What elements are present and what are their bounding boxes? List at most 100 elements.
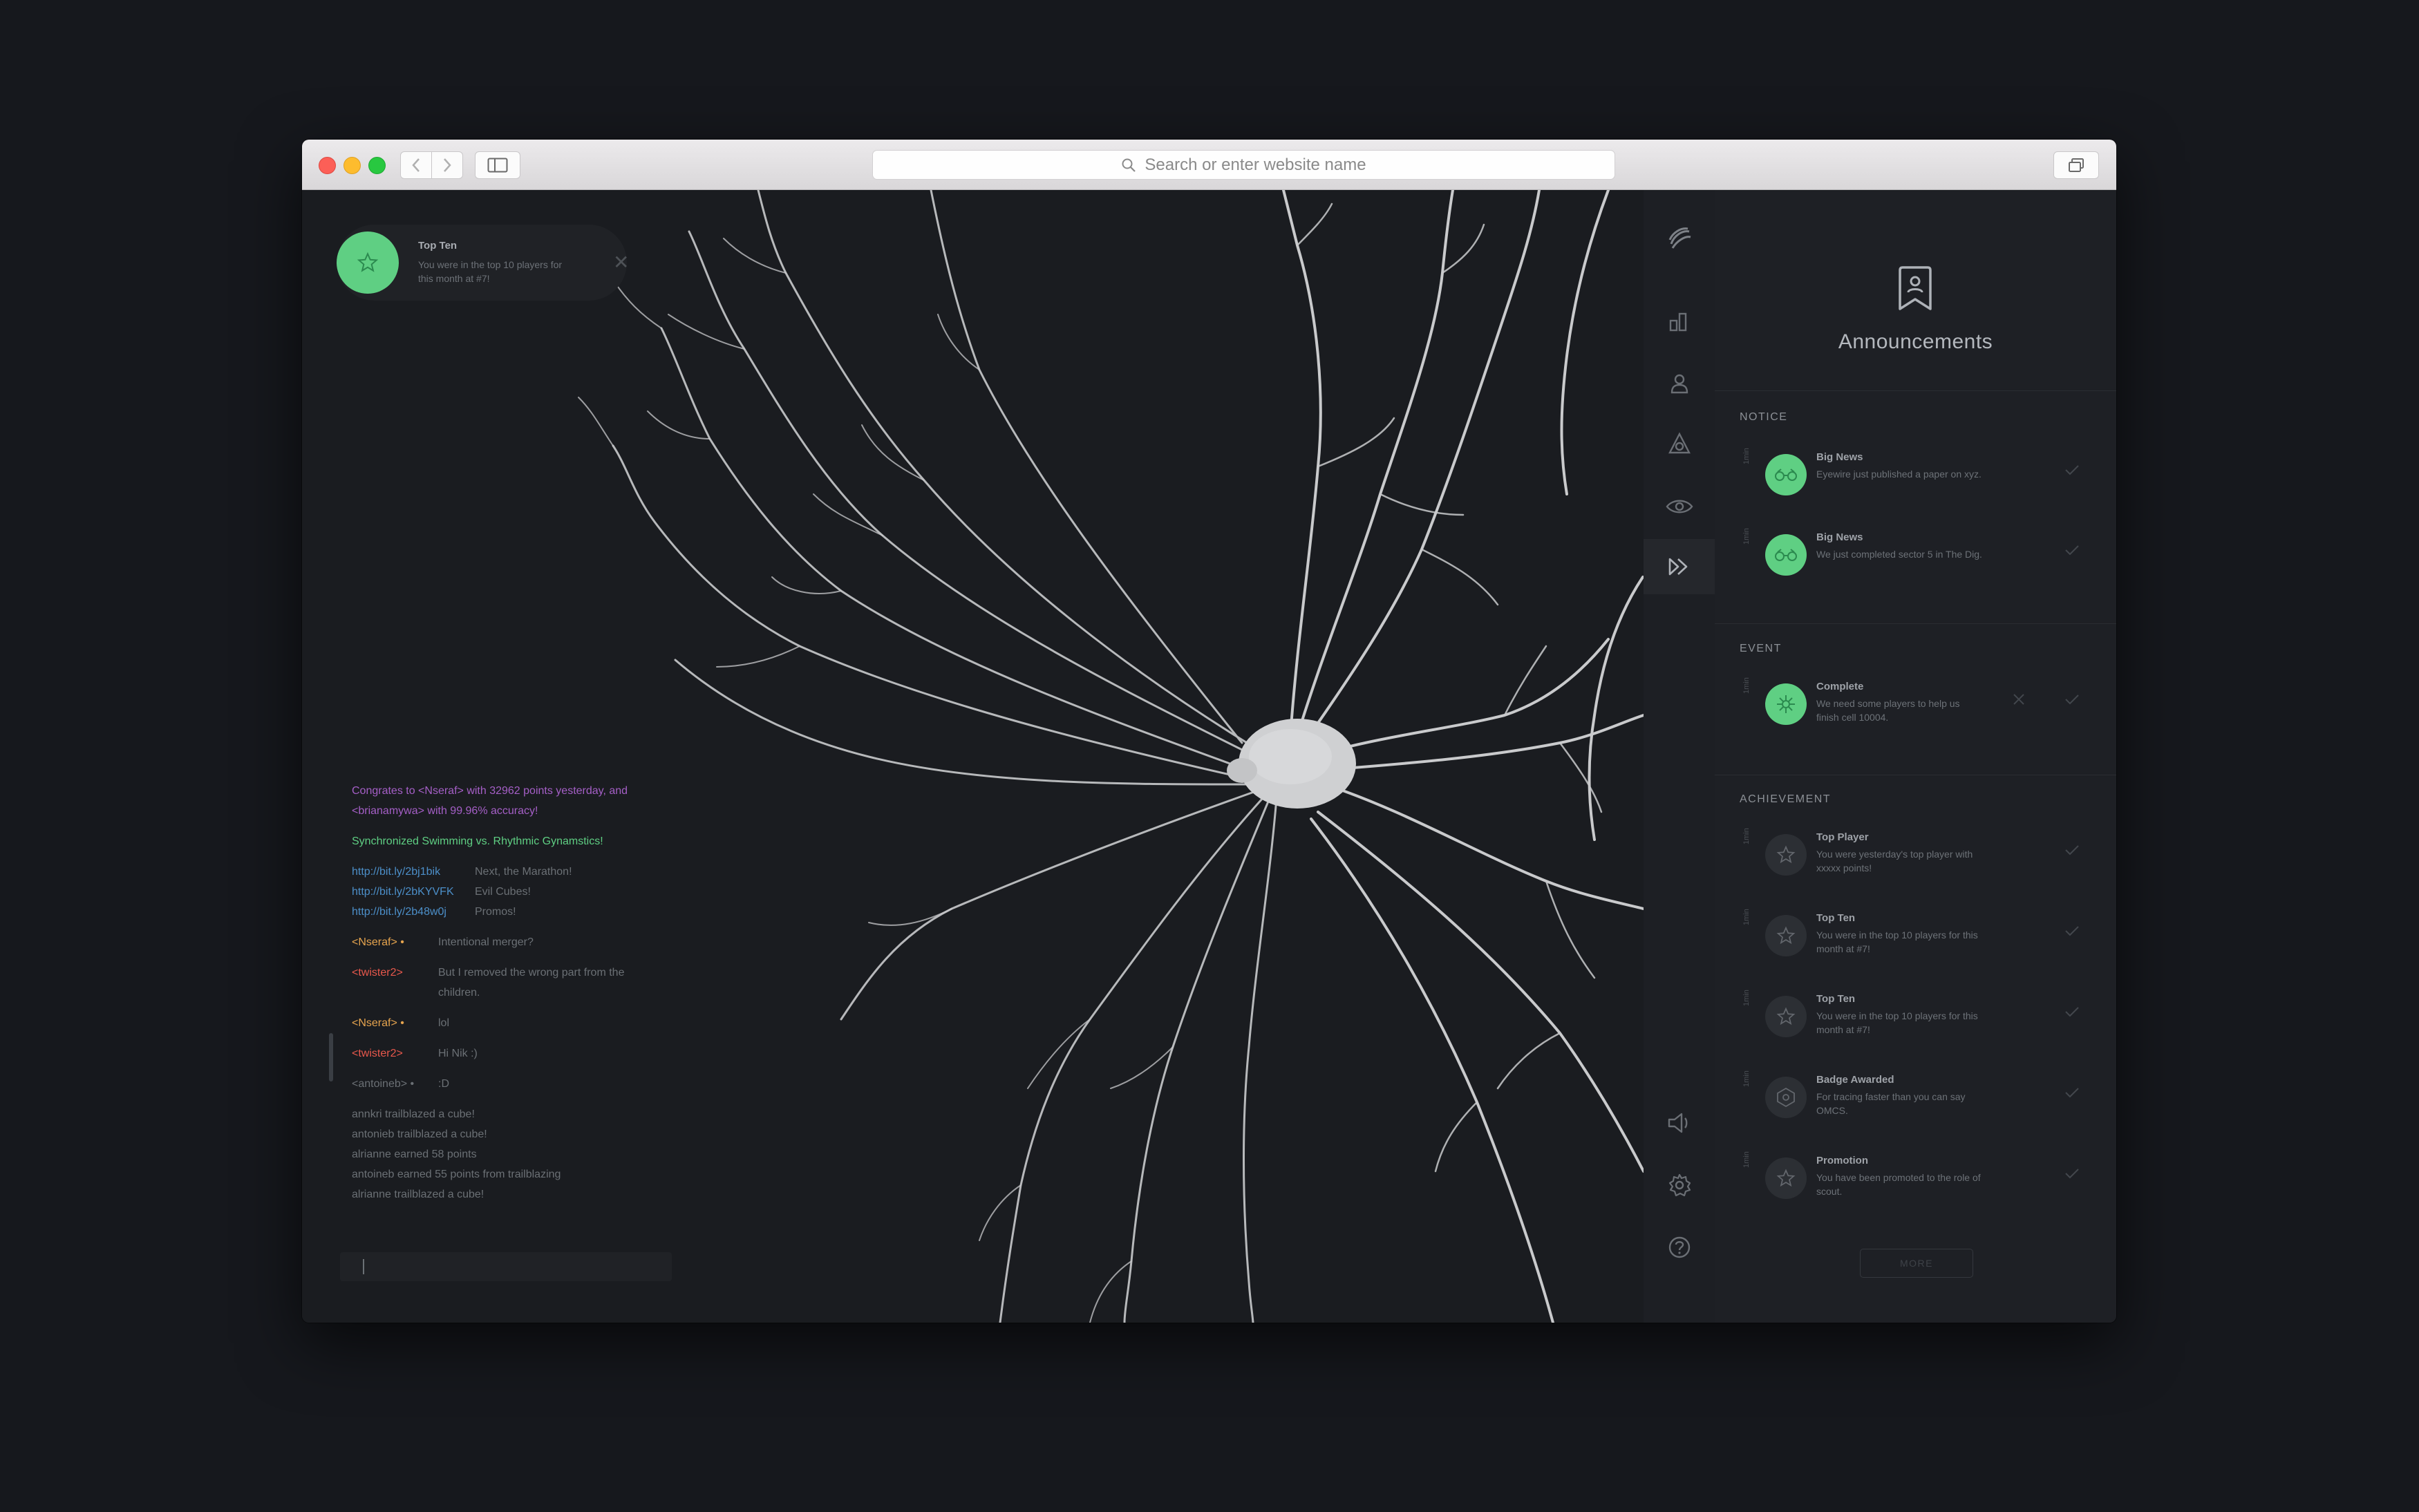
item-text: Eyewire just published a paper on xyz.	[1816, 469, 1982, 480]
sidebar-toggle-button[interactable]	[475, 151, 520, 179]
item-title: Big News	[1816, 451, 1863, 463]
item-text: You were in the top 10 players for this …	[1816, 1010, 1978, 1035]
item-text: We need some players to help us finish c…	[1816, 698, 1960, 723]
check-icon[interactable]	[2064, 543, 2080, 557]
binoculars-icon	[1775, 469, 1797, 481]
star-icon	[357, 252, 379, 272]
chat-username[interactable]: <antoineb> •	[352, 1074, 414, 1094]
item-text: You were yesterday's top player with xxx…	[1816, 849, 1973, 873]
announcement-item[interactable]: 1min Big News We just completed sector 5…	[1715, 522, 2116, 598]
sound-icon	[1668, 1113, 1687, 1133]
close-icon[interactable]: ✕	[613, 251, 629, 274]
panel-header: Announcements	[1715, 190, 2116, 391]
item-time: 1min	[1742, 448, 1751, 464]
star-icon	[1776, 845, 1796, 864]
star-icon	[1776, 1169, 1796, 1187]
item-title: Complete	[1816, 681, 1864, 692]
star-badge	[1765, 915, 1807, 956]
announcement-item[interactable]: 1min Big News Eyewire just published a p…	[1715, 442, 2116, 518]
chat-username[interactable]: <Nseraf> •	[352, 932, 404, 952]
tabs-icon	[2069, 158, 2084, 172]
item-time: 1min	[1742, 909, 1751, 925]
chat-activity: alrianne trailblazed a cube!	[352, 1189, 484, 1200]
profile-icon	[1670, 374, 1688, 394]
binoculars-icon	[1775, 549, 1797, 561]
check-icon[interactable]	[2064, 924, 2080, 938]
item-time: 1min	[1742, 1151, 1751, 1168]
panel-title: Announcements	[1838, 330, 1993, 353]
chat-username[interactable]: <twister2>	[352, 963, 403, 983]
view-button[interactable]	[1644, 479, 1715, 534]
item-text: You have been promoted to the role of sc…	[1816, 1172, 1981, 1197]
leaderboard-button[interactable]	[1644, 294, 1715, 349]
check-icon[interactable]	[2064, 692, 2080, 706]
app-content: Top Ten You were in the top 10 players f…	[302, 190, 2116, 1323]
chat-link[interactable]: http://bit.ly/2b48w0j	[352, 902, 446, 922]
dismiss-icon[interactable]	[2012, 692, 2026, 706]
chevron-right-icon	[444, 158, 451, 172]
star-badge	[1765, 834, 1807, 876]
chat-activity: antonieb trailblazed a cube!	[352, 1128, 487, 1140]
star-badge	[1765, 1157, 1807, 1199]
check-icon[interactable]	[2064, 1166, 2080, 1180]
achievement-item[interactable]: 1min Top Ten You were in the top 10 play…	[1715, 984, 2116, 1060]
achievement-toast: Top Ten You were in the top 10 players f…	[337, 225, 629, 301]
close-window-button[interactable]	[319, 157, 336, 174]
item-title: Badge Awarded	[1816, 1074, 1894, 1086]
hexagon-badge-icon	[1777, 1087, 1795, 1108]
chat-scrollbar[interactable]	[329, 1033, 333, 1081]
view-icon	[1666, 500, 1693, 513]
search-icon	[1122, 158, 1136, 172]
minimize-window-button[interactable]	[343, 157, 361, 174]
check-icon[interactable]	[2064, 843, 2080, 857]
tab-overview-button[interactable]	[2053, 151, 2099, 179]
chat-link[interactable]: http://bit.ly/2bKYVFK	[352, 882, 454, 902]
address-bar[interactable]: Search or enter website name	[872, 150, 1615, 180]
item-time: 1min	[1742, 677, 1751, 694]
more-button[interactable]: MORE	[1860, 1249, 1973, 1278]
chat-message: Intentional merger?	[438, 936, 534, 948]
back-button[interactable]	[400, 151, 432, 179]
item-time: 1min	[1742, 828, 1751, 844]
tracing-icon	[1668, 432, 1691, 454]
achievement-item[interactable]: 1min Promotion You have been promoted to…	[1715, 1146, 2116, 1222]
chat-link-title: Promos!	[475, 906, 516, 918]
settings-button[interactable]	[1644, 1157, 1715, 1213]
announcements-panel: Announcements NOTICE 1min Big News Eyewi…	[1715, 190, 2116, 1323]
achievement-item[interactable]: 1min Badge Awarded For tracing faster th…	[1715, 1065, 2116, 1141]
item-text: You were in the top 10 players for this …	[1816, 929, 1978, 954]
achievement-item[interactable]: 1min Top Ten You were in the top 10 play…	[1715, 903, 2116, 979]
announcement-item[interactable]: 1min Complete We need some players to he…	[1715, 672, 2116, 748]
bookmark-badge-icon	[1899, 266, 1932, 310]
chat-link[interactable]: http://bit.ly/2bj1bik	[352, 862, 440, 882]
check-icon[interactable]	[2064, 1086, 2080, 1099]
chat-message: :D	[438, 1078, 449, 1090]
chat-link-title: Evil Cubes!	[475, 886, 531, 898]
achievement-item[interactable]: 1min Top Player You were yesterday's top…	[1715, 822, 2116, 898]
forward-button[interactable]	[431, 151, 463, 179]
chat-username[interactable]: <twister2>	[352, 1043, 403, 1064]
star-badge	[337, 231, 399, 294]
item-title: Big News	[1816, 531, 1863, 543]
item-time: 1min	[1742, 990, 1751, 1006]
profile-button[interactable]	[1644, 356, 1715, 411]
section-notice-label: NOTICE	[1740, 411, 1788, 423]
check-icon[interactable]	[2064, 463, 2080, 477]
announcements-button[interactable]	[1644, 539, 1715, 594]
chat-headline: Synchronized Swimming vs. Rhythmic Gynam…	[352, 835, 603, 847]
browser-window: Search or enter website name Top Ten You…	[302, 140, 2116, 1323]
check-icon[interactable]	[2064, 1005, 2080, 1019]
chat-username[interactable]: <Nseraf> •	[352, 1013, 404, 1033]
tracing-button[interactable]	[1644, 417, 1715, 472]
logo-button[interactable]	[1644, 211, 1715, 266]
chat-message: lol	[438, 1017, 450, 1029]
chat-announcement-line-2: <brianamywa> with 99.96% accuracy!	[352, 805, 538, 817]
chat-activity: annkri trailblazed a cube!	[352, 1108, 475, 1120]
chat-input[interactable]	[340, 1252, 672, 1281]
neuron-3d-viewer[interactable]: Top Ten You were in the top 10 players f…	[302, 190, 1644, 1323]
zoom-window-button[interactable]	[368, 157, 386, 174]
text-caret	[363, 1259, 364, 1274]
help-button[interactable]	[1644, 1220, 1715, 1275]
news-badge	[1765, 534, 1807, 576]
sound-button[interactable]	[1644, 1095, 1715, 1151]
